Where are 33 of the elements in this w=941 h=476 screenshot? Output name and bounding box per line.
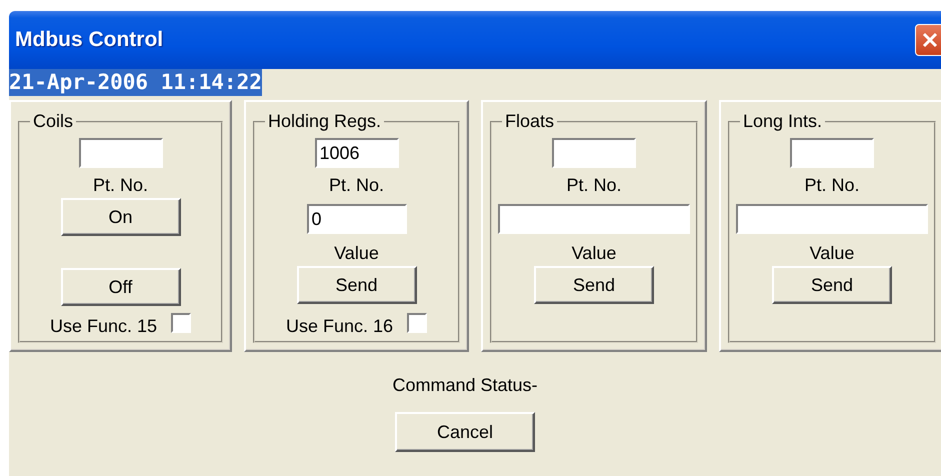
value-field[interactable] [736, 204, 928, 234]
close-button[interactable] [915, 24, 941, 56]
value-label: Value [810, 242, 854, 264]
option-checkbox[interactable] [407, 313, 428, 333]
cancel-button[interactable]: Cancel [395, 412, 535, 452]
command-status-label: Command Status- [392, 374, 538, 396]
point-number-label: Pt. No. [804, 174, 860, 196]
send-button[interactable]: Send [534, 266, 654, 304]
option-label: Use Func. 15 [50, 315, 158, 337]
value-field[interactable]: 0 [306, 204, 406, 234]
point-number-label: Pt. No. [92, 174, 148, 196]
value-label: Value [334, 242, 379, 264]
group-legend: Floats [502, 111, 558, 132]
point-number-field[interactable] [552, 138, 636, 168]
point-number-label: Pt. No. [566, 174, 622, 196]
option-label: Use Func. 16 [286, 315, 394, 337]
value-label: Value [572, 242, 616, 264]
group-legend: Holding Regs. [265, 111, 384, 132]
point-number-label: Pt. No. [328, 174, 384, 196]
group-legend: Coils [30, 111, 76, 132]
value-field[interactable] [498, 204, 690, 234]
send-button[interactable]: Send [772, 266, 892, 304]
timestamp: 21-Apr-2006 11:14:22 [9, 69, 262, 96]
group-legend: Long Ints. [740, 111, 826, 132]
point-number-field[interactable] [790, 138, 874, 168]
point-number-field[interactable] [78, 138, 162, 168]
on-button[interactable]: On [60, 198, 180, 236]
close-icon [921, 31, 939, 49]
window-title: Mdbus Control [14, 28, 164, 52]
option-checkbox[interactable] [171, 313, 192, 333]
send-button[interactable]: Send [296, 266, 416, 304]
point-number-field[interactable]: 1006 [314, 138, 398, 168]
off-button[interactable]: Off [60, 268, 180, 306]
